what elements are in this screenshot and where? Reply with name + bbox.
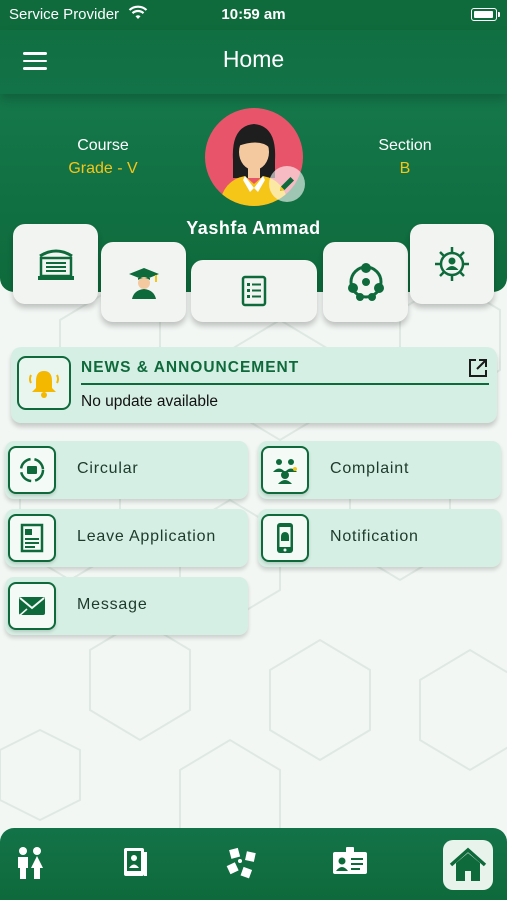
- complaint-card[interactable]: Complaint: [258, 441, 501, 499]
- circular-label: Circular: [77, 460, 139, 477]
- leave-application-card[interactable]: Leave Application: [5, 509, 248, 567]
- leave-form-icon: [8, 514, 56, 562]
- settings-tile[interactable]: [410, 224, 494, 304]
- clock: 10:59 am: [221, 6, 286, 23]
- document-list-icon: [241, 275, 267, 307]
- circular-icon: [8, 446, 56, 494]
- news-announcement-card[interactable]: NEWS & ANNOUNCEMENT No update available: [11, 347, 497, 423]
- id-card-icon[interactable]: [332, 846, 368, 876]
- course-label: Course: [77, 137, 129, 154]
- home-icon: [449, 847, 487, 881]
- news-text: No update available: [81, 393, 219, 410]
- course-value: Grade - V: [68, 160, 138, 177]
- puzzle-icon[interactable]: [226, 846, 260, 880]
- complaint-icon: [261, 446, 309, 494]
- gear-user-icon: [435, 247, 469, 281]
- status-bar: Service Provider 10:59 am: [0, 0, 507, 30]
- notification-label: Notification: [330, 528, 419, 545]
- message-card[interactable]: Message: [5, 577, 248, 635]
- children-icon[interactable]: [14, 846, 46, 880]
- document-tile[interactable]: [191, 260, 317, 322]
- complaint-label: Complaint: [330, 460, 410, 477]
- profile-avatar-container: [205, 108, 305, 206]
- bell-icon: [17, 356, 71, 410]
- school-building-icon: [37, 249, 74, 280]
- circular-card[interactable]: Circular: [5, 441, 248, 499]
- news-divider: [81, 383, 489, 385]
- notification-card[interactable]: Notification: [258, 509, 501, 567]
- external-link-icon[interactable]: [467, 357, 489, 379]
- phone-notification-icon: [261, 514, 309, 562]
- pencil-icon[interactable]: [269, 166, 305, 202]
- section-value: B: [399, 160, 411, 177]
- section-label: Section: [378, 137, 432, 154]
- graduation-tile[interactable]: [101, 242, 186, 322]
- news-title: NEWS & ANNOUNCEMENT: [81, 359, 300, 376]
- home-nav-button[interactable]: [443, 840, 493, 890]
- top-bar: Home: [0, 30, 507, 94]
- network-tile[interactable]: [323, 242, 408, 322]
- book-icon[interactable]: [122, 846, 148, 880]
- people-network-icon: [347, 263, 384, 301]
- bottom-navigation: [0, 828, 507, 900]
- graduate-icon: [128, 268, 159, 299]
- battery-icon: [471, 8, 500, 21]
- leave-application-label: Leave Application: [77, 528, 217, 545]
- message-label: Message: [77, 596, 148, 613]
- school-tile[interactable]: [13, 224, 98, 304]
- page-title: Home: [222, 46, 285, 72]
- envelope-icon: [8, 582, 56, 630]
